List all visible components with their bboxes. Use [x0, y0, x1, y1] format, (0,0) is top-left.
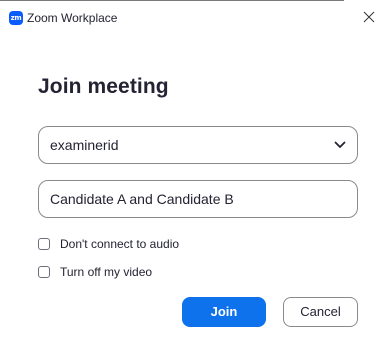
meeting-id-combobox[interactable]: examinerid	[38, 126, 358, 164]
display-name-field[interactable]: Candidate A and Candidate B	[38, 180, 358, 218]
zoom-logo-icon: zm	[9, 11, 23, 25]
page-title: Join meeting	[38, 75, 169, 98]
dont-connect-audio-checkbox[interactable]	[38, 238, 50, 250]
zoom-join-window: zm Zoom Workplace Join meeting examineri…	[0, 0, 380, 353]
turn-off-video-option[interactable]: Turn off my video	[38, 264, 152, 280]
cancel-button[interactable]: Cancel	[283, 297, 358, 327]
chevron-down-icon	[334, 141, 346, 148]
join-button[interactable]: Join	[182, 297, 266, 327]
meeting-id-input[interactable]: examinerid	[50, 127, 118, 163]
window-title: Zoom Workplace	[27, 11, 118, 25]
close-button[interactable]	[358, 5, 380, 29]
dont-connect-audio-option[interactable]: Don't connect to audio	[38, 236, 179, 252]
display-name-input[interactable]: Candidate A and Candidate B	[50, 181, 234, 217]
turn-off-video-checkbox[interactable]	[38, 266, 50, 278]
dont-connect-audio-label[interactable]: Don't connect to audio	[60, 237, 179, 251]
title-bar: zm Zoom Workplace	[0, 0, 380, 34]
close-icon	[363, 11, 375, 23]
turn-off-video-label[interactable]: Turn off my video	[60, 265, 152, 279]
meeting-id-dropdown-button[interactable]	[331, 136, 349, 154]
